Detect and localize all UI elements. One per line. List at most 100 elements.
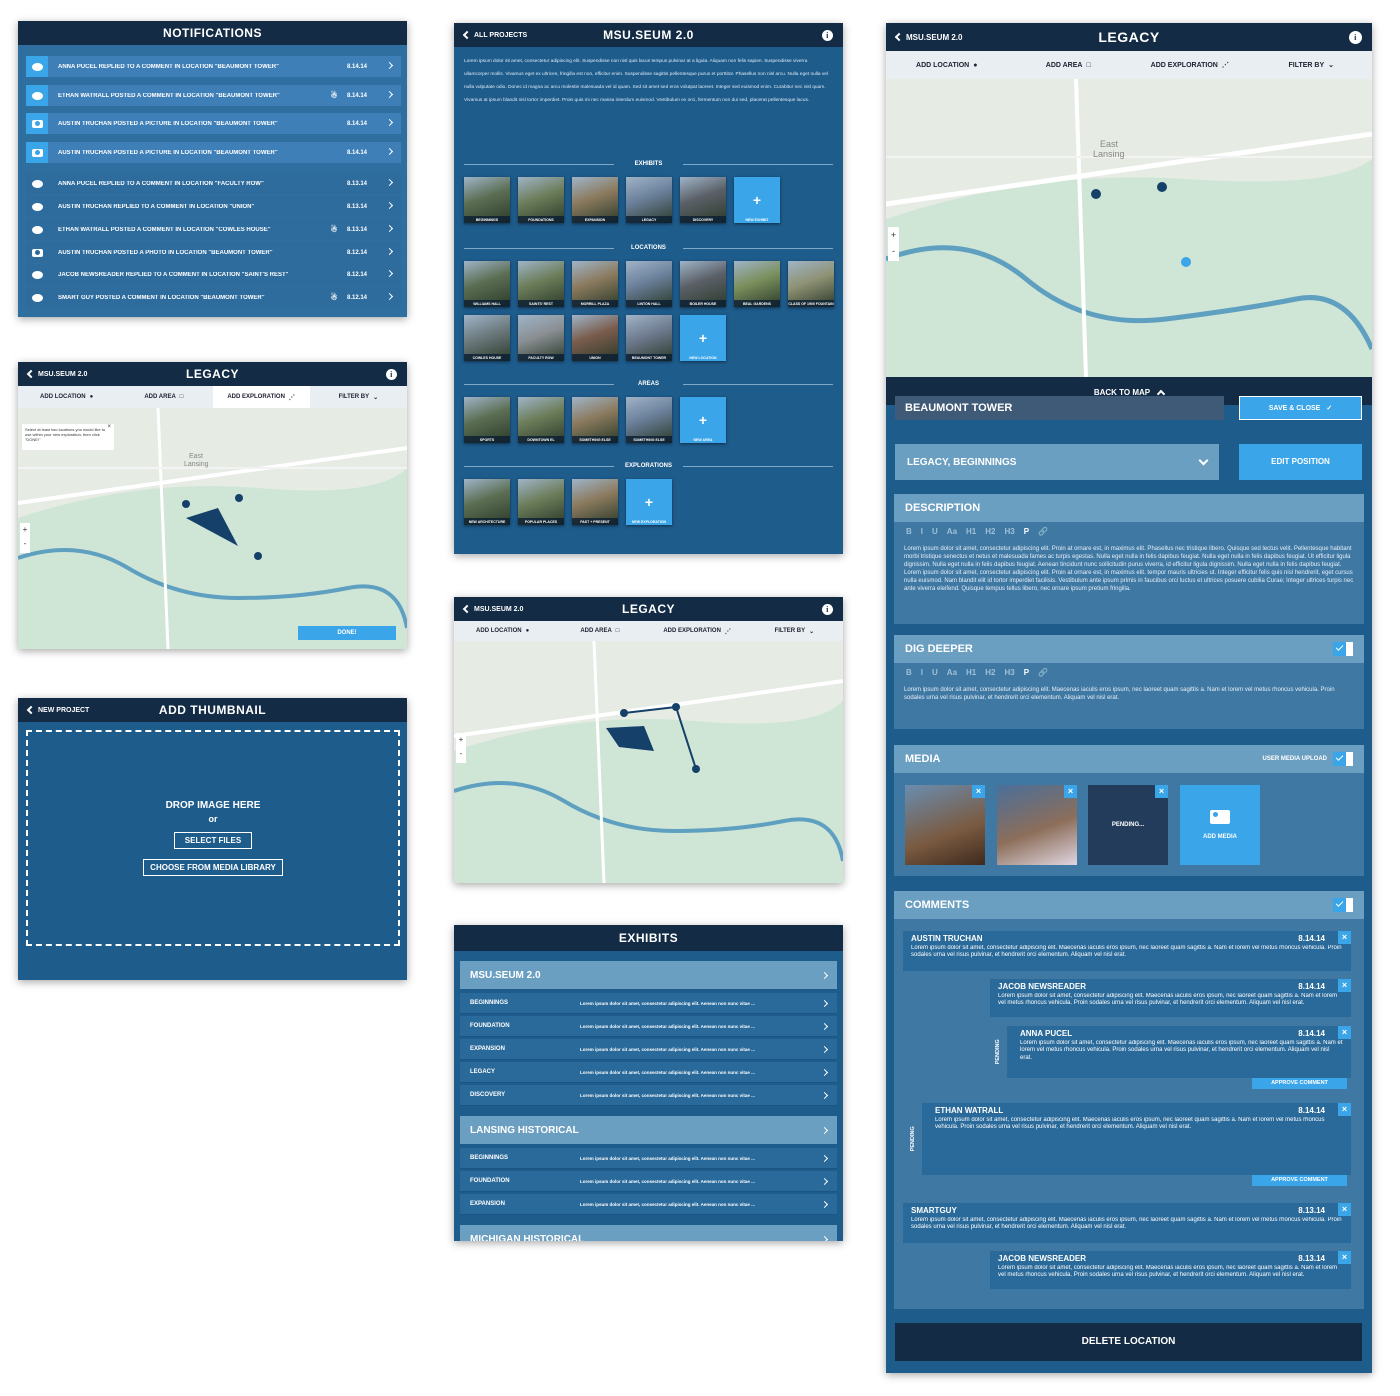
zoom-controls[interactable]: + -	[20, 523, 30, 553]
zoom-controls[interactable]: + -	[888, 227, 899, 261]
thumbnail-item[interactable]: LEGACY	[626, 177, 672, 223]
thumbnail-item[interactable]: SOMETHING ELSE	[572, 397, 618, 443]
delete-comment-icon[interactable]: ×	[1338, 979, 1351, 992]
format-button[interactable]: U	[932, 527, 938, 536]
exhibit-row[interactable]: DISCOVERY Lorem ipsum dolor sit amet, con…	[460, 1085, 837, 1106]
add-new-button[interactable]: + NEW EXHIBIT	[734, 177, 780, 223]
notification-item[interactable]: AUSTIN TRUCHAN POSTED A PHOTO IN LOCATIO…	[26, 242, 401, 263]
remove-media-icon[interactable]: ×	[1155, 785, 1168, 798]
add-exploration-button[interactable]: ADD EXPLORATION ⋰	[1129, 51, 1251, 79]
format-button[interactable]: I	[921, 527, 923, 536]
approve-comment-button[interactable]: APPROVE COMMENT	[1252, 1175, 1347, 1186]
media-library-button[interactable]: CHOOSE FROM MEDIA LIBRARY	[143, 859, 283, 876]
format-button[interactable]: B	[906, 527, 912, 536]
exhibit-group-header[interactable]: MSU.SEUM 2.0	[460, 961, 837, 989]
save-close-button[interactable]: SAVE & CLOSE ✓	[1239, 396, 1362, 420]
thumbnail-item[interactable]: CLASS OF 1900 FOUNTAIN	[788, 261, 834, 307]
done-button[interactable]: DONE!	[298, 626, 396, 640]
format-button[interactable]: Aa	[947, 668, 957, 677]
format-button[interactable]: H2	[985, 668, 995, 677]
add-new-button[interactable]: + NEW EXPLORATION	[626, 479, 672, 525]
back-button[interactable]: MSU.SEUM 2.0	[894, 33, 962, 42]
select-files-button[interactable]: SELECT FILES	[173, 832, 253, 849]
thumbnail-item[interactable]: FACULTY ROW	[518, 315, 564, 361]
approve-comment-button[interactable]: APPROVE COMMENT	[1252, 1078, 1347, 1089]
add-area-button[interactable]: ADD AREA □	[551, 621, 648, 641]
description-text[interactable]: Lorem ipsum dolor sit amet, consectetur …	[894, 541, 1364, 597]
notification-item[interactable]: AUSTIN TRUCHAN POSTED A PICTURE IN LOCAT…	[26, 142, 401, 163]
thumbnail-item[interactable]: BEAUMONT TOWER	[626, 315, 672, 361]
delete-comment-icon[interactable]: ×	[1338, 1203, 1351, 1216]
add-location-button[interactable]: ADD LOCATION ●	[886, 51, 1008, 79]
info-icon[interactable]: i	[1349, 30, 1362, 44]
thumbnail-item[interactable]: MORRILL PLAZA	[572, 261, 618, 307]
notification-item[interactable]: ANNA PUCEL REPLIED TO A COMMENT IN LOCAT…	[26, 173, 401, 194]
delete-comment-icon[interactable]: ×	[1338, 1103, 1351, 1116]
add-new-button[interactable]: + NEW AREA	[680, 397, 726, 443]
thumbnail-item[interactable]: SAINTS' REST	[518, 261, 564, 307]
location-name-input[interactable]: BEAUMONT TOWER	[895, 396, 1224, 420]
format-button[interactable]: B	[906, 668, 912, 677]
info-icon[interactable]: i	[822, 603, 833, 615]
filter-by-button[interactable]: FILTER BY ⌄	[746, 621, 843, 641]
notification-item[interactable]: JACOB NEWSREADER REPLIED TO A COMMENT IN…	[26, 264, 401, 285]
thumbnail-item[interactable]: NEW ARCHITECTURE	[464, 479, 510, 525]
filter-by-button[interactable]: FILTER BY ⌄	[310, 386, 407, 408]
add-area-button[interactable]: ADD AREA □	[115, 386, 212, 408]
back-button[interactable]: MSU.SEUM 2.0	[462, 604, 523, 614]
thumbnail-item[interactable]: SOMETHING ELSE	[626, 397, 672, 443]
format-button[interactable]: 🔗	[1038, 527, 1048, 536]
delete-comment-icon[interactable]: ×	[1338, 931, 1351, 944]
remove-media-icon[interactable]: ×	[972, 785, 985, 798]
format-button[interactable]: H3	[1005, 668, 1015, 677]
exhibit-row[interactable]: FOUNDATION Lorem ipsum dolor sit amet, co…	[460, 1171, 837, 1192]
exhibit-row[interactable]: BEGINNINGS Lorem ipsum dolor sit amet, co…	[460, 1148, 837, 1169]
notification-item[interactable]: SMART GUY POSTED A COMMENT IN LOCATION "…	[26, 287, 401, 308]
thumbnail-item[interactable]: DOWNTOWN EL	[518, 397, 564, 443]
thumbnail-item[interactable]: FOUNDATIONS	[518, 177, 564, 223]
map-view[interactable]: East Lansing + - Select at least two loca…	[18, 408, 407, 649]
format-button[interactable]: P	[1024, 527, 1029, 536]
add-exploration-button[interactable]: ADD EXPLORATION ⋰	[649, 621, 746, 641]
thumbnail-item[interactable]: POPULAR PLACES	[518, 479, 564, 525]
remove-media-icon[interactable]: ×	[1064, 785, 1077, 798]
thumbnail-item[interactable]: BOILER HOUSE	[680, 261, 726, 307]
thumbnail-item[interactable]: SPORTS	[464, 397, 510, 443]
notification-item[interactable]: ANNA PUCEL REPLIED TO A COMMENT IN LOCAT…	[26, 56, 401, 77]
exhibit-group-header[interactable]: MICHIGAN HISTORICAL	[460, 1225, 837, 1241]
format-button[interactable]: H1	[966, 668, 976, 677]
back-button[interactable]: NEW PROJECT	[26, 705, 89, 715]
info-icon[interactable]: i	[386, 368, 397, 380]
notification-item[interactable]: AUSTIN TRUCHAN REPLIED TO A COMMENT IN L…	[26, 196, 401, 217]
format-button[interactable]: Aa	[947, 527, 957, 536]
exhibit-row[interactable]: FOUNDATION Lorem ipsum dolor sit amet, co…	[460, 1016, 837, 1037]
filter-by-button[interactable]: FILTER BY ⌄	[1251, 51, 1373, 79]
add-new-button[interactable]: + NEW LOCATION	[680, 315, 726, 361]
add-exploration-button[interactable]: ADD EXPLORATION ⋰	[212, 386, 310, 408]
thumbnail-item[interactable]: PAST + PRESENT	[572, 479, 618, 525]
map-view[interactable]: + -	[454, 641, 843, 883]
thumbnail-item[interactable]: COWLES HOUSE	[464, 315, 510, 361]
add-location-button[interactable]: ADD LOCATION ●	[454, 621, 551, 641]
thumbnail-item[interactable]: BEAL GARDENS	[734, 261, 780, 307]
zoom-controls[interactable]: + -	[456, 733, 466, 763]
media-item[interactable]: ×	[905, 785, 985, 865]
comments-toggle[interactable]	[1333, 898, 1353, 912]
dig-deeper-text[interactable]: Lorem ipsum dolor sit amet, consectetur …	[894, 682, 1364, 706]
notification-item[interactable]: AUSTIN TRUCHAN POSTED A PICTURE IN LOCAT…	[26, 113, 401, 134]
map-view[interactable]: East Lansing + -	[886, 79, 1372, 377]
exhibit-row[interactable]: BEGINNINGS Lorem ipsum dolor sit amet, co…	[460, 993, 837, 1014]
add-area-button[interactable]: ADD AREA □	[1008, 51, 1130, 79]
dig-deeper-toggle[interactable]	[1333, 642, 1353, 656]
media-item-pending[interactable]: PENDING... ×	[1088, 785, 1168, 865]
back-button[interactable]: ALL PROJECTS	[462, 30, 527, 40]
thumbnail-item[interactable]: EXPANSION	[572, 177, 618, 223]
thumbnail-item[interactable]: DISCOVERY	[680, 177, 726, 223]
exhibit-row[interactable]: LEGACY Lorem ipsum dolor sit amet, consec…	[460, 1062, 837, 1083]
delete-location-button[interactable]: DELETE LOCATION	[895, 1323, 1362, 1361]
delete-comment-icon[interactable]: ×	[1338, 1251, 1351, 1264]
thumbnail-item[interactable]: LINTON HALL	[626, 261, 672, 307]
format-button[interactable]: H1	[966, 527, 976, 536]
format-button[interactable]: P	[1024, 668, 1029, 677]
media-item[interactable]: ×	[997, 785, 1077, 865]
